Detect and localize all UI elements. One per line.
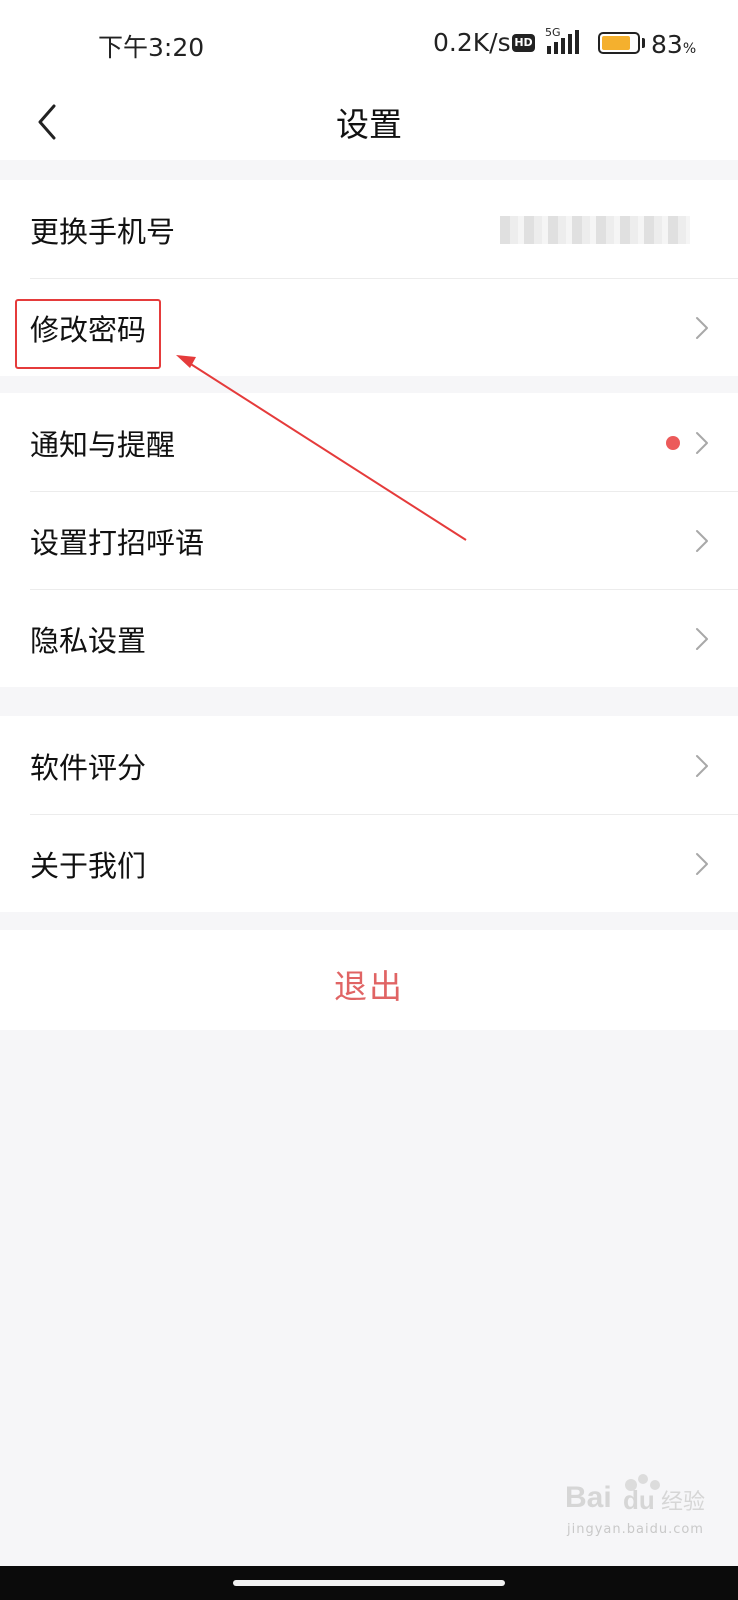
settings-item-rate-app[interactable]: 软件评分	[0, 716, 738, 814]
settings-item-about-us[interactable]: 关于我们	[0, 814, 738, 912]
battery-level	[602, 36, 630, 50]
settings-group-about: 软件评分 关于我们	[0, 716, 738, 912]
settings-item-label: 通知与提醒	[30, 428, 176, 462]
settings-item-label: 更换手机号	[30, 215, 176, 249]
settings-group-notifications: 通知与提醒 设置打招呼语 隐私设置	[0, 393, 738, 687]
network-speed: 0.2K/s	[433, 28, 511, 57]
chevron-right-icon	[696, 530, 708, 552]
settings-item-change-phone[interactable]: 更换手机号	[0, 180, 738, 278]
signal-icon	[547, 30, 579, 54]
battery-percent-sign: %	[682, 41, 697, 57]
home-indicator[interactable]	[233, 1580, 505, 1586]
watermark-url: jingyan.baidu.com	[567, 1522, 704, 1537]
settings-item-greeting[interactable]: 设置打招呼语	[0, 491, 738, 589]
chevron-right-icon	[696, 432, 708, 454]
settings-item-label: 软件评分	[30, 751, 147, 785]
logout-label: 退出	[334, 967, 404, 1006]
logout-button[interactable]: 退出	[0, 930, 738, 1030]
settings-item-label: 关于我们	[30, 849, 147, 883]
chevron-right-icon	[696, 628, 708, 650]
battery-cap	[642, 38, 645, 48]
battery-percent-value: 83	[651, 30, 683, 59]
settings-item-notifications[interactable]: 通知与提醒	[0, 393, 738, 491]
battery-percent: 83%	[651, 30, 696, 59]
status-time: 下午3:20	[98, 33, 205, 62]
annotation-highlight-box	[15, 299, 161, 369]
system-nav-bar	[0, 1566, 738, 1600]
status-bar: 下午3:20 0.2K/s HD 5G 83%	[0, 0, 738, 90]
nav-bar: 设置	[0, 90, 738, 160]
page-title: 设置	[336, 105, 402, 144]
hd-badge: HD	[512, 34, 535, 52]
battery-icon	[598, 32, 640, 54]
masked-phone-value	[500, 216, 690, 244]
chevron-right-icon	[696, 317, 708, 339]
settings-item-label: 设置打招呼语	[30, 526, 205, 560]
settings-item-label: 隐私设置	[30, 624, 147, 658]
chevron-right-icon	[696, 755, 708, 777]
unread-dot-badge	[666, 436, 680, 450]
settings-item-privacy[interactable]: 隐私设置	[0, 589, 738, 687]
svg-text:du: du	[623, 1485, 655, 1515]
svg-text:经验: 经验	[661, 1490, 705, 1515]
svg-text:Bai: Bai	[565, 1481, 612, 1514]
chevron-right-icon	[696, 853, 708, 875]
